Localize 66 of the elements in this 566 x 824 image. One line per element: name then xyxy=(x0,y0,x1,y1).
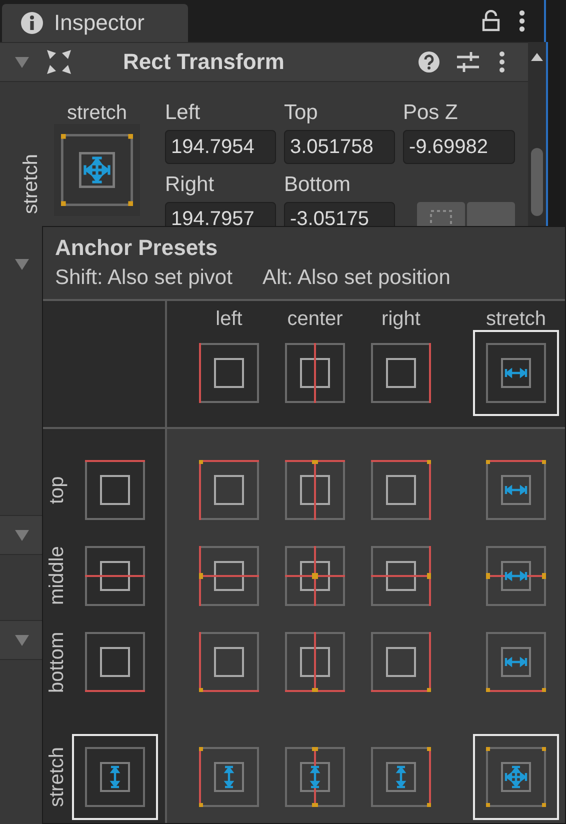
hint-text: Shift: Also set pivot xyxy=(55,265,232,291)
column-label: center xyxy=(287,309,343,330)
anchor-preset-icon xyxy=(285,747,345,807)
scroll-thumb[interactable] xyxy=(531,148,543,216)
anchor-preset-icon xyxy=(285,632,345,692)
row-label: middle xyxy=(45,546,69,608)
anchor-preset-icon xyxy=(85,632,145,692)
anchor-preset-icon xyxy=(486,343,546,403)
popup-title: Anchor Presets xyxy=(55,234,219,262)
field-label: Top xyxy=(284,102,318,124)
column-label: right xyxy=(382,309,420,330)
anchor-preset-icon xyxy=(199,546,259,606)
anchor-preset-icon xyxy=(371,460,431,520)
field-label: Left xyxy=(165,102,200,124)
horizontal-anchor-label: stretch xyxy=(66,102,128,124)
anchor-preset-icon xyxy=(85,546,145,606)
rect-transform-icon xyxy=(45,48,73,76)
number-field[interactable]: 3.051758 xyxy=(284,130,395,164)
component-title: Rect Transform xyxy=(123,49,284,75)
anchor-preset-icon xyxy=(285,343,345,403)
anchor-preset-icon xyxy=(285,460,345,520)
component-header[interactable]: Rect Transform xyxy=(0,42,528,82)
anchor-presets-button[interactable] xyxy=(54,124,140,216)
help-icon[interactable] xyxy=(418,51,440,73)
anchor-preset-icon xyxy=(61,134,133,206)
foldout-arrow-icon[interactable] xyxy=(14,257,30,271)
foldout-arrow-icon[interactable] xyxy=(14,55,30,69)
anchor-preset-icon xyxy=(486,460,546,520)
anchor-preset-icon xyxy=(486,632,546,692)
info-icon xyxy=(20,11,44,35)
inspector-tab[interactable]: Inspector xyxy=(2,4,188,42)
field-label: Bottom xyxy=(284,174,351,196)
settings-icon[interactable] xyxy=(456,51,480,73)
anchor-preset-button[interactable] xyxy=(473,330,559,416)
scroll-up-icon[interactable] xyxy=(530,52,544,62)
number-field[interactable]: -9.69982 xyxy=(403,130,515,164)
anchor-preset-icon xyxy=(85,460,145,520)
more-icon[interactable] xyxy=(518,9,526,33)
anchor-preset-icon xyxy=(486,747,546,807)
hint-text: Alt: Also set position xyxy=(262,265,450,291)
number-field[interactable]: 194.7954 xyxy=(165,130,276,164)
anchor-preset-icon xyxy=(199,747,259,807)
column-label: left xyxy=(216,309,242,330)
row-label: stretch xyxy=(45,746,69,810)
anchor-preset-icon xyxy=(285,546,345,606)
anchor-preset-icon xyxy=(371,343,431,403)
anchor-preset-icon xyxy=(199,632,259,692)
anchor-preset-icon xyxy=(199,343,259,403)
field-label: Right xyxy=(165,174,214,196)
anchor-preset-icon xyxy=(371,632,431,692)
anchor-preset-icon xyxy=(85,747,145,807)
lock-icon[interactable] xyxy=(482,10,500,32)
anchor-preset-button[interactable] xyxy=(473,734,559,820)
anchor-preset-icon xyxy=(199,460,259,520)
anchor-preset-icon xyxy=(371,747,431,807)
field-label: Pos Z xyxy=(403,102,458,124)
column-label: stretch xyxy=(486,309,546,330)
foldout-arrow-icon[interactable] xyxy=(14,528,30,542)
anchor-preset-button[interactable] xyxy=(72,734,158,820)
anchor-preset-icon xyxy=(486,546,546,606)
foldout-arrow-icon[interactable] xyxy=(14,633,30,647)
anchor-preset-icon xyxy=(371,546,431,606)
more-icon[interactable] xyxy=(498,51,506,73)
row-label: bottom xyxy=(45,630,69,695)
row-label: top xyxy=(45,475,69,506)
vertical-anchor-label: stretch xyxy=(20,154,43,214)
